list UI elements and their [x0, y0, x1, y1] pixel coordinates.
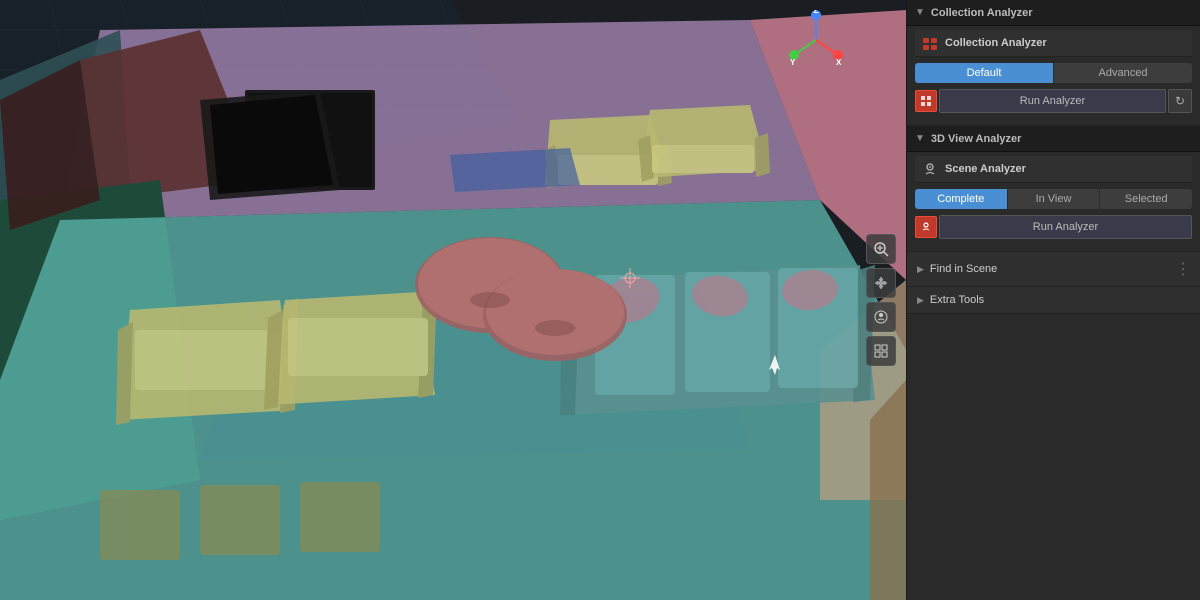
viewport-tools — [866, 234, 896, 366]
collection-icon — [921, 34, 939, 52]
scene-run-analyzer-button[interactable]: Run Analyzer — [939, 215, 1192, 239]
scene-analyzer-subheader: Scene Analyzer — [915, 156, 1192, 183]
tab-selected[interactable]: Selected — [1100, 189, 1192, 209]
collection-analyzer-tabs: Default Advanced — [915, 63, 1192, 83]
right-panel: ▼ Collection Analyzer Collection Analyze… — [906, 0, 1200, 600]
scene-run-analyzer-row: Run Analyzer — [915, 215, 1192, 239]
svg-text:Z: Z — [814, 10, 819, 15]
collection-analyzer-sublabel: Collection Analyzer — [945, 37, 1047, 49]
collection-refresh-button[interactable]: ↻ — [1168, 89, 1192, 113]
svg-text:X: X — [836, 58, 842, 67]
extra-tools-label: Extra Tools — [930, 294, 984, 306]
axis-gizmo: Z Y X — [786, 10, 846, 70]
find-in-scene-arrow: ▶ — [917, 264, 924, 275]
triangle-icon-2: ▼ — [915, 133, 925, 144]
collection-analyzer-section: Collection Analyzer Default Advanced Run… — [907, 26, 1200, 125]
svg-text:Y: Y — [790, 58, 796, 67]
triangle-icon: ▼ — [915, 7, 925, 18]
collection-analyzer-subheader: Collection Analyzer — [915, 30, 1192, 57]
collection-run-analyzer-row: Run Analyzer ↻ — [915, 89, 1192, 113]
extra-tools-section: ▶ Extra Tools — [907, 287, 1200, 314]
scene-analyzer-icon — [915, 216, 937, 238]
find-in-scene-section: ▶ Find in Scene ⋮ — [907, 252, 1200, 287]
collection-analyzer-title: Collection Analyzer — [931, 7, 1033, 19]
tab-default[interactable]: Default — [915, 63, 1053, 83]
find-in-scene-header[interactable]: ▶ Find in Scene ⋮ — [907, 252, 1200, 286]
tab-advanced[interactable]: Advanced — [1054, 63, 1192, 83]
3d-viewport[interactable]: Z Y X — [0, 0, 906, 600]
view-analyzer-titlebar[interactable]: ▼ 3D View Analyzer — [907, 126, 1200, 152]
collection-analyzer-icon — [915, 90, 937, 112]
grid-tool-button[interactable] — [866, 336, 896, 366]
extra-tools-arrow: ▶ — [917, 295, 924, 306]
pan-tool-button[interactable] — [866, 268, 896, 298]
scene-icon — [921, 160, 939, 178]
render-tool-button[interactable] — [866, 302, 896, 332]
extra-tools-header[interactable]: ▶ Extra Tools — [907, 287, 1200, 313]
collection-analyzer-titlebar: ▼ Collection Analyzer — [907, 0, 1200, 26]
tab-in-view[interactable]: In View — [1008, 189, 1100, 209]
find-in-scene-dots: ⋮ — [1175, 259, 1190, 279]
zoom-tool-button[interactable] — [866, 234, 896, 264]
collection-run-analyzer-button[interactable]: Run Analyzer — [939, 89, 1166, 113]
viewport-scene — [0, 0, 906, 600]
view-analyzer-section: Scene Analyzer Complete In View Selected… — [907, 152, 1200, 251]
view-analyzer-title: 3D View Analyzer — [931, 133, 1022, 145]
find-in-scene-label: Find in Scene — [930, 263, 997, 275]
scene-analyzer-label: Scene Analyzer — [945, 163, 1026, 175]
scene-analyzer-tabs: Complete In View Selected — [915, 189, 1192, 209]
tab-complete[interactable]: Complete — [915, 189, 1007, 209]
